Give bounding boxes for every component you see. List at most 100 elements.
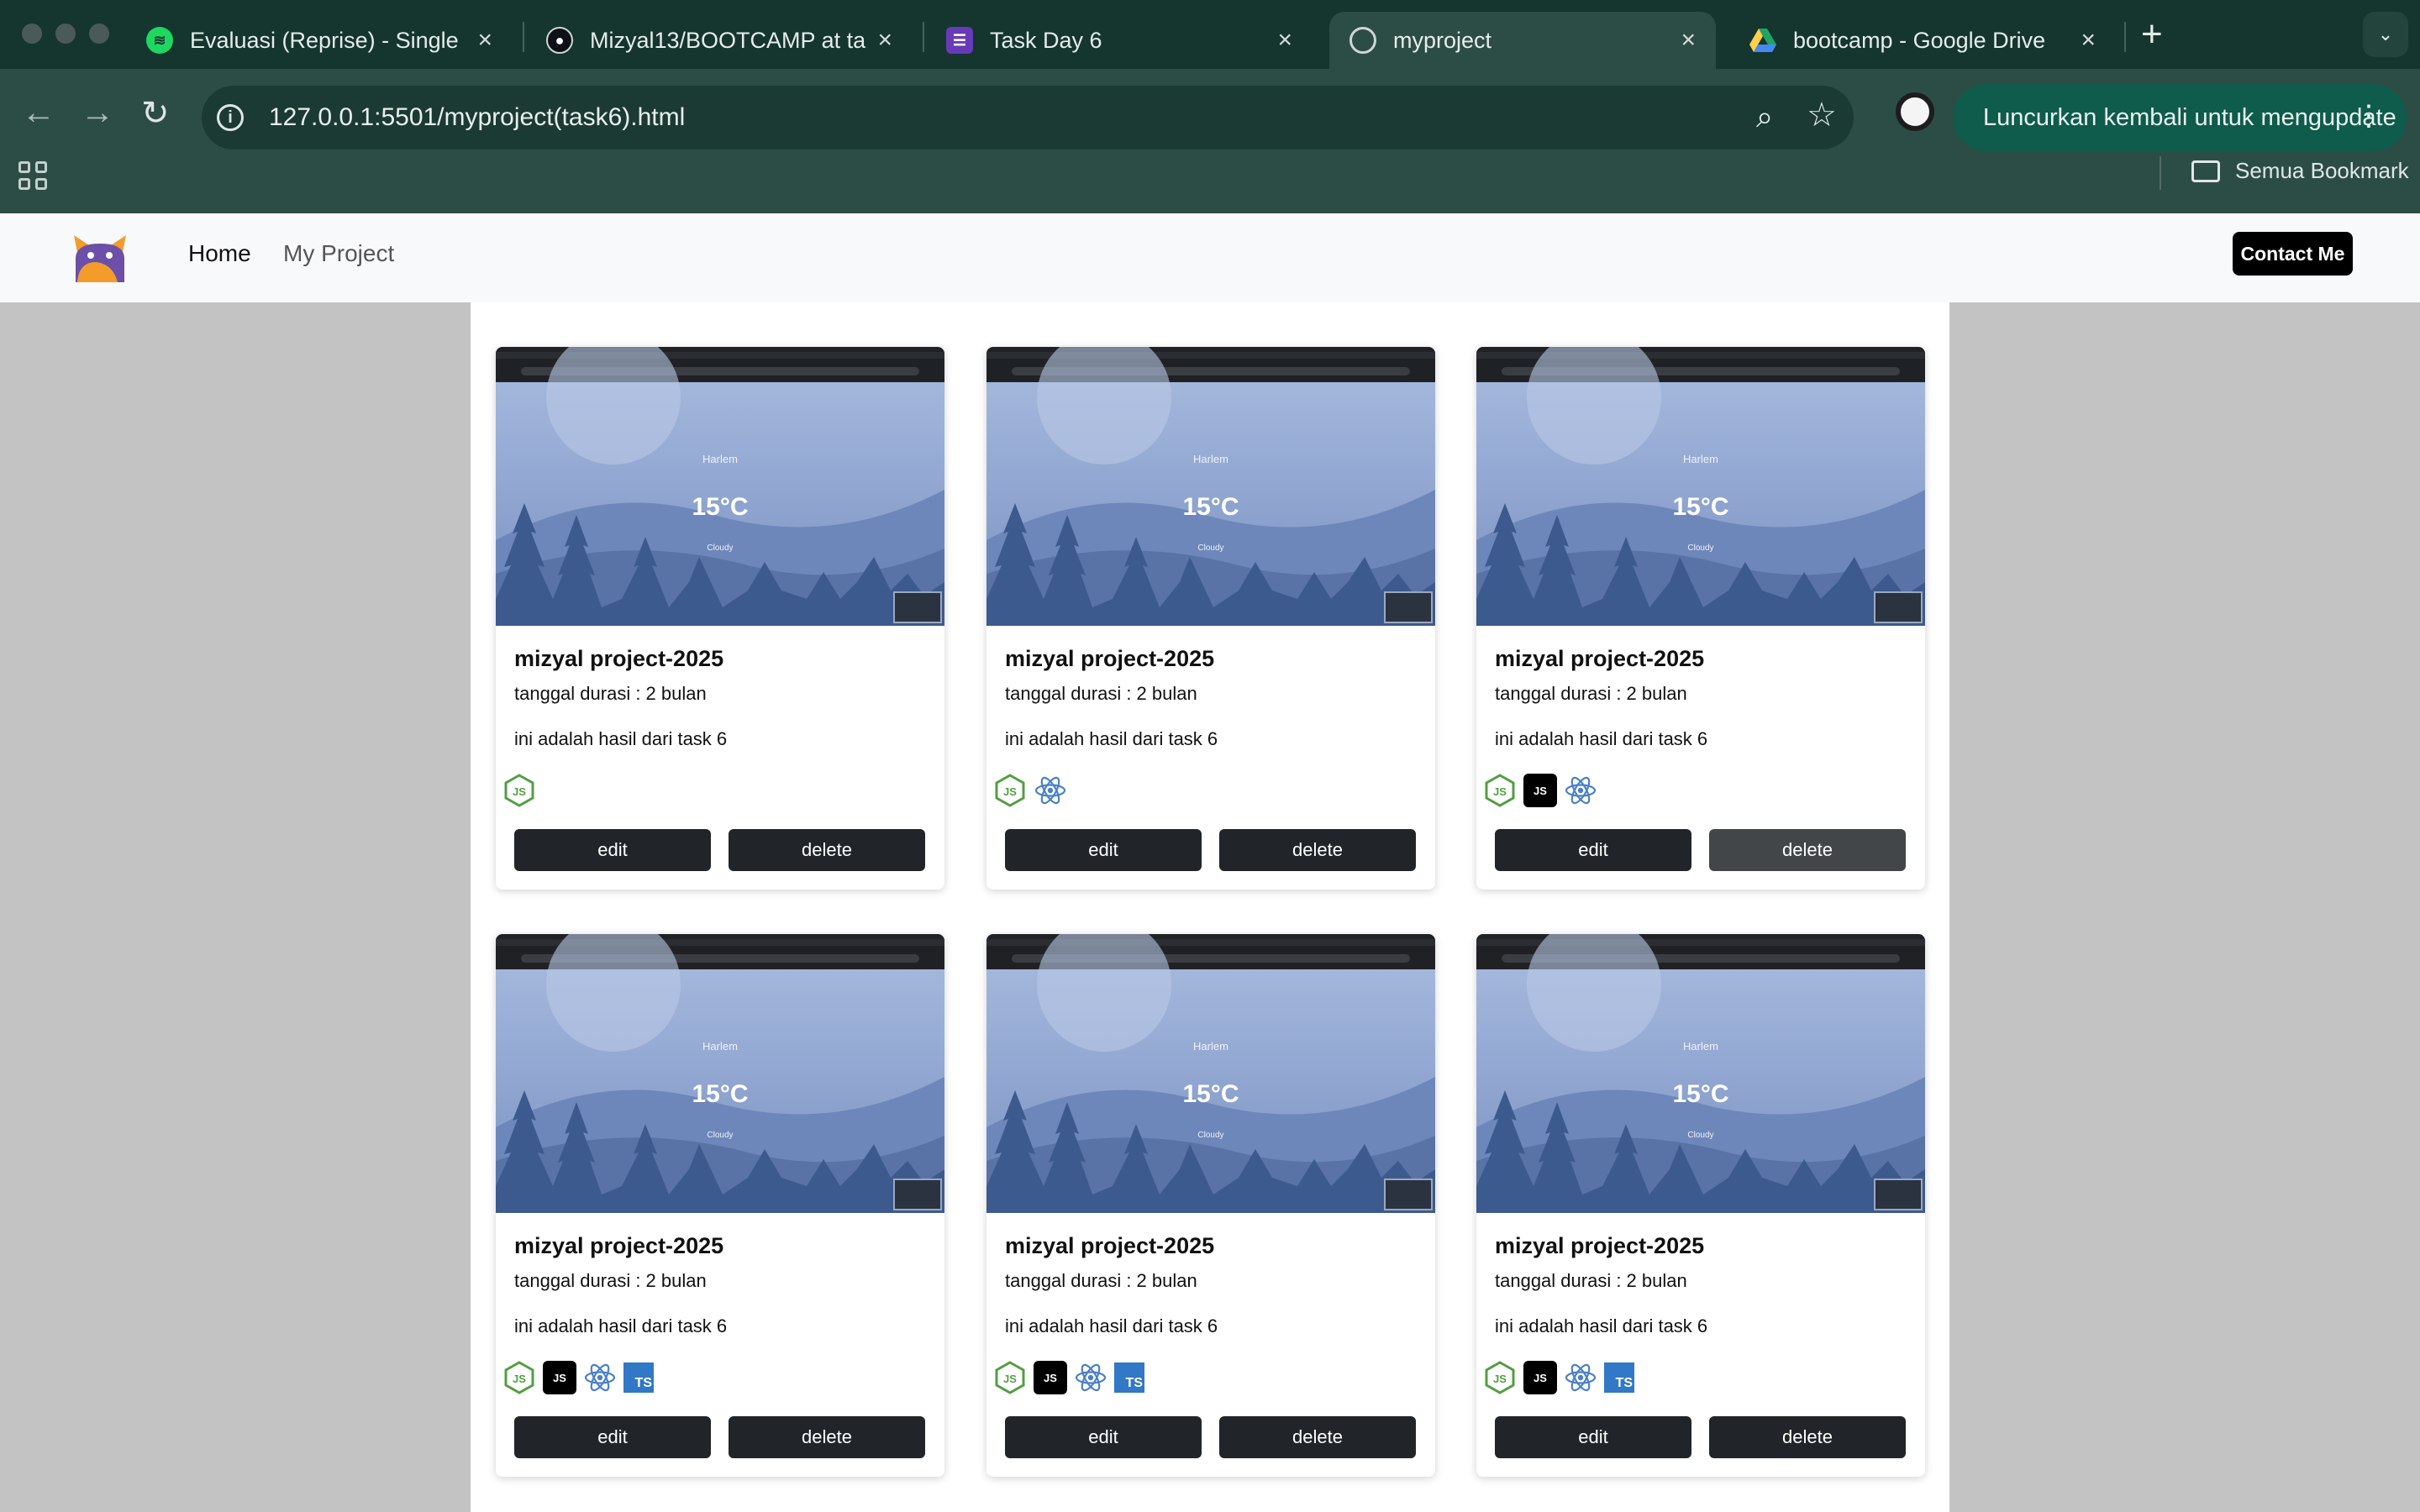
- edit-button[interactable]: edit: [1005, 829, 1202, 871]
- delete-button[interactable]: delete: [1219, 829, 1416, 871]
- tab-divider: [523, 22, 524, 52]
- delete-button[interactable]: delete: [1709, 1416, 1906, 1458]
- browser-tab-strip: ≋ Evaluasi (Reprise) - Single by × ● Miz…: [0, 0, 2420, 69]
- card-duration: tanggal durasi : 2 bulan: [1005, 1270, 1197, 1291]
- edit-button[interactable]: edit: [514, 1416, 711, 1458]
- edit-button[interactable]: edit: [1495, 1416, 1691, 1458]
- typescript-icon: TS: [1604, 1362, 1634, 1393]
- javascript-icon: JS: [1034, 1361, 1067, 1394]
- thumb-condition: Cloudy: [1687, 1131, 1714, 1140]
- delete-button[interactable]: delete: [1709, 829, 1906, 871]
- thumb-city: Harlem: [1193, 1040, 1228, 1053]
- browser-tab-active[interactable]: myproject ×: [1329, 12, 1716, 69]
- browser-tab[interactable]: ☰ Task Day 6 ×: [926, 12, 1313, 69]
- relaunch-update-button[interactable]: Luncurkan kembali untuk mengupdate ⋮: [1953, 84, 2407, 151]
- github-icon: ●: [546, 27, 573, 54]
- close-icon[interactable]: ×: [1681, 26, 1696, 55]
- address-url[interactable]: 127.0.0.1:5501/myproject(task6).html: [269, 103, 685, 132]
- card-description: ini adalah hasil dari task 6: [1495, 1315, 1708, 1336]
- address-bar[interactable]: i 127.0.0.1:5501/myproject(task6).html ⌕…: [202, 86, 1854, 150]
- card-duration: tanggal durasi : 2 bulan: [514, 1270, 707, 1291]
- new-tab-icon[interactable]: +: [2141, 13, 2163, 55]
- thumb-temperature: 15°C: [1182, 493, 1239, 521]
- all-bookmarks-label: Semua Bookmark: [2235, 158, 2409, 183]
- site-info-icon[interactable]: i: [217, 104, 244, 131]
- apps-grid-icon[interactable]: [18, 161, 47, 190]
- close-icon[interactable]: ×: [477, 26, 492, 55]
- profile-avatar[interactable]: [1896, 92, 1934, 131]
- projects-container: Harlem 15°C Cloudy mizyal project-2025 t…: [471, 302, 1949, 1512]
- javascript-icon: JS: [1523, 774, 1557, 807]
- close-icon[interactable]: ×: [877, 26, 892, 55]
- card-description: ini adalah hasil dari task 6: [1005, 728, 1218, 749]
- spotify-icon: ≋: [146, 27, 173, 54]
- all-bookmarks-button[interactable]: Semua Bookmark: [2191, 158, 2409, 184]
- react-icon: [1074, 1361, 1107, 1394]
- project-card: Harlem 15°C Cloudy mizyal project-2025 t…: [496, 934, 944, 1477]
- edit-button[interactable]: edit: [514, 829, 711, 871]
- window-close-dot[interactable]: [22, 24, 42, 44]
- browser-tab[interactable]: ≋ Evaluasi (Reprise) - Single by ×: [126, 12, 513, 69]
- svg-text:JS: JS: [1003, 1373, 1017, 1385]
- javascript-icon: JS: [543, 1361, 576, 1394]
- nodejs-icon: JS: [993, 1361, 1027, 1394]
- relaunch-label: Luncurkan kembali untuk mengupdate: [1983, 103, 2396, 131]
- card-title: mizyal project-2025: [514, 646, 724, 671]
- bookmark-star-icon[interactable]: ☆: [1807, 96, 1837, 134]
- contact-me-button[interactable]: Contact Me: [2233, 232, 2353, 276]
- card-title: mizyal project-2025: [1495, 1233, 1705, 1258]
- zoom-icon[interactable]: ⌕: [1756, 99, 1773, 135]
- more-menu-icon[interactable]: ⋮: [2354, 99, 2383, 133]
- project-card: Harlem 15°C Cloudy mizyal project-2025 t…: [986, 347, 1435, 890]
- delete-button[interactable]: delete: [1219, 1416, 1416, 1458]
- back-arrow-icon[interactable]: ←: [22, 94, 55, 132]
- svg-text:JS: JS: [1493, 1373, 1507, 1385]
- tech-icons: JS: [502, 774, 536, 807]
- edit-button[interactable]: edit: [1495, 829, 1691, 871]
- browser-tab[interactable]: bootcamp - Google Drive ×: [1729, 12, 2116, 69]
- reload-icon[interactable]: ↻: [141, 94, 170, 133]
- close-icon[interactable]: ×: [1277, 26, 1292, 55]
- thumb-city: Harlem: [702, 1040, 738, 1053]
- card-duration: tanggal durasi : 2 bulan: [1495, 1270, 1687, 1291]
- svg-text:JS: JS: [513, 1373, 526, 1385]
- window-zoom-dot[interactable]: [89, 24, 109, 44]
- delete-button[interactable]: delete: [729, 1416, 925, 1458]
- forms-icon: ☰: [946, 27, 973, 54]
- nav-link-my-project[interactable]: My Project: [283, 240, 394, 267]
- javascript-icon: JS: [1523, 1361, 1557, 1394]
- tab-label: Mizyal13/BOOTCAMP at task5: [590, 27, 866, 53]
- edit-button[interactable]: edit: [1005, 1416, 1202, 1458]
- delete-button[interactable]: delete: [729, 829, 925, 871]
- nav-link-home[interactable]: Home: [188, 240, 251, 267]
- window-minimize-dot[interactable]: [55, 24, 76, 44]
- card-duration: tanggal durasi : 2 bulan: [1495, 683, 1687, 704]
- project-thumbnail: Harlem 15°C Cloudy: [986, 347, 1435, 626]
- react-icon: [1564, 774, 1597, 807]
- project-thumbnail: Harlem 15°C Cloudy: [986, 934, 1435, 1213]
- tab-divider: [2124, 22, 2126, 52]
- cat-logo-icon[interactable]: [71, 234, 129, 284]
- card-title: mizyal project-2025: [1005, 1233, 1215, 1258]
- tech-icons: JS JS TS: [1483, 1361, 1634, 1394]
- forward-arrow-icon[interactable]: →: [81, 94, 114, 132]
- tab-label: Task Day 6: [990, 27, 1102, 53]
- card-description: ini adalah hasil dari task 6: [1495, 728, 1708, 749]
- react-icon: [1564, 1361, 1597, 1394]
- tab-label: bootcamp - Google Drive: [1793, 27, 2046, 53]
- tech-icons: JS JS: [1483, 774, 1597, 807]
- browser-tab[interactable]: ● Mizyal13/BOOTCAMP at task5 ×: [526, 12, 913, 69]
- tab-search-chevron-icon[interactable]: ⌄: [2363, 12, 2408, 57]
- bookmark-divider: [2160, 156, 2161, 190]
- card-description: ini adalah hasil dari task 6: [1005, 1315, 1218, 1336]
- project-card: Harlem 15°C Cloudy mizyal project-2025 t…: [1476, 934, 1925, 1477]
- thumb-condition: Cloudy: [707, 543, 734, 553]
- thumb-condition: Cloudy: [1687, 543, 1714, 553]
- project-thumbnail: Harlem 15°C Cloudy: [1476, 347, 1925, 626]
- thumb-condition: Cloudy: [1197, 543, 1224, 553]
- thumb-condition: Cloudy: [1197, 1131, 1224, 1140]
- thumb-condition: Cloudy: [707, 1131, 734, 1140]
- close-icon[interactable]: ×: [2081, 26, 2096, 55]
- browser-toolbar: ← → ↻ i 127.0.0.1:5501/myproject(task6).…: [0, 69, 2420, 213]
- card-description: ini adalah hasil dari task 6: [514, 1315, 728, 1336]
